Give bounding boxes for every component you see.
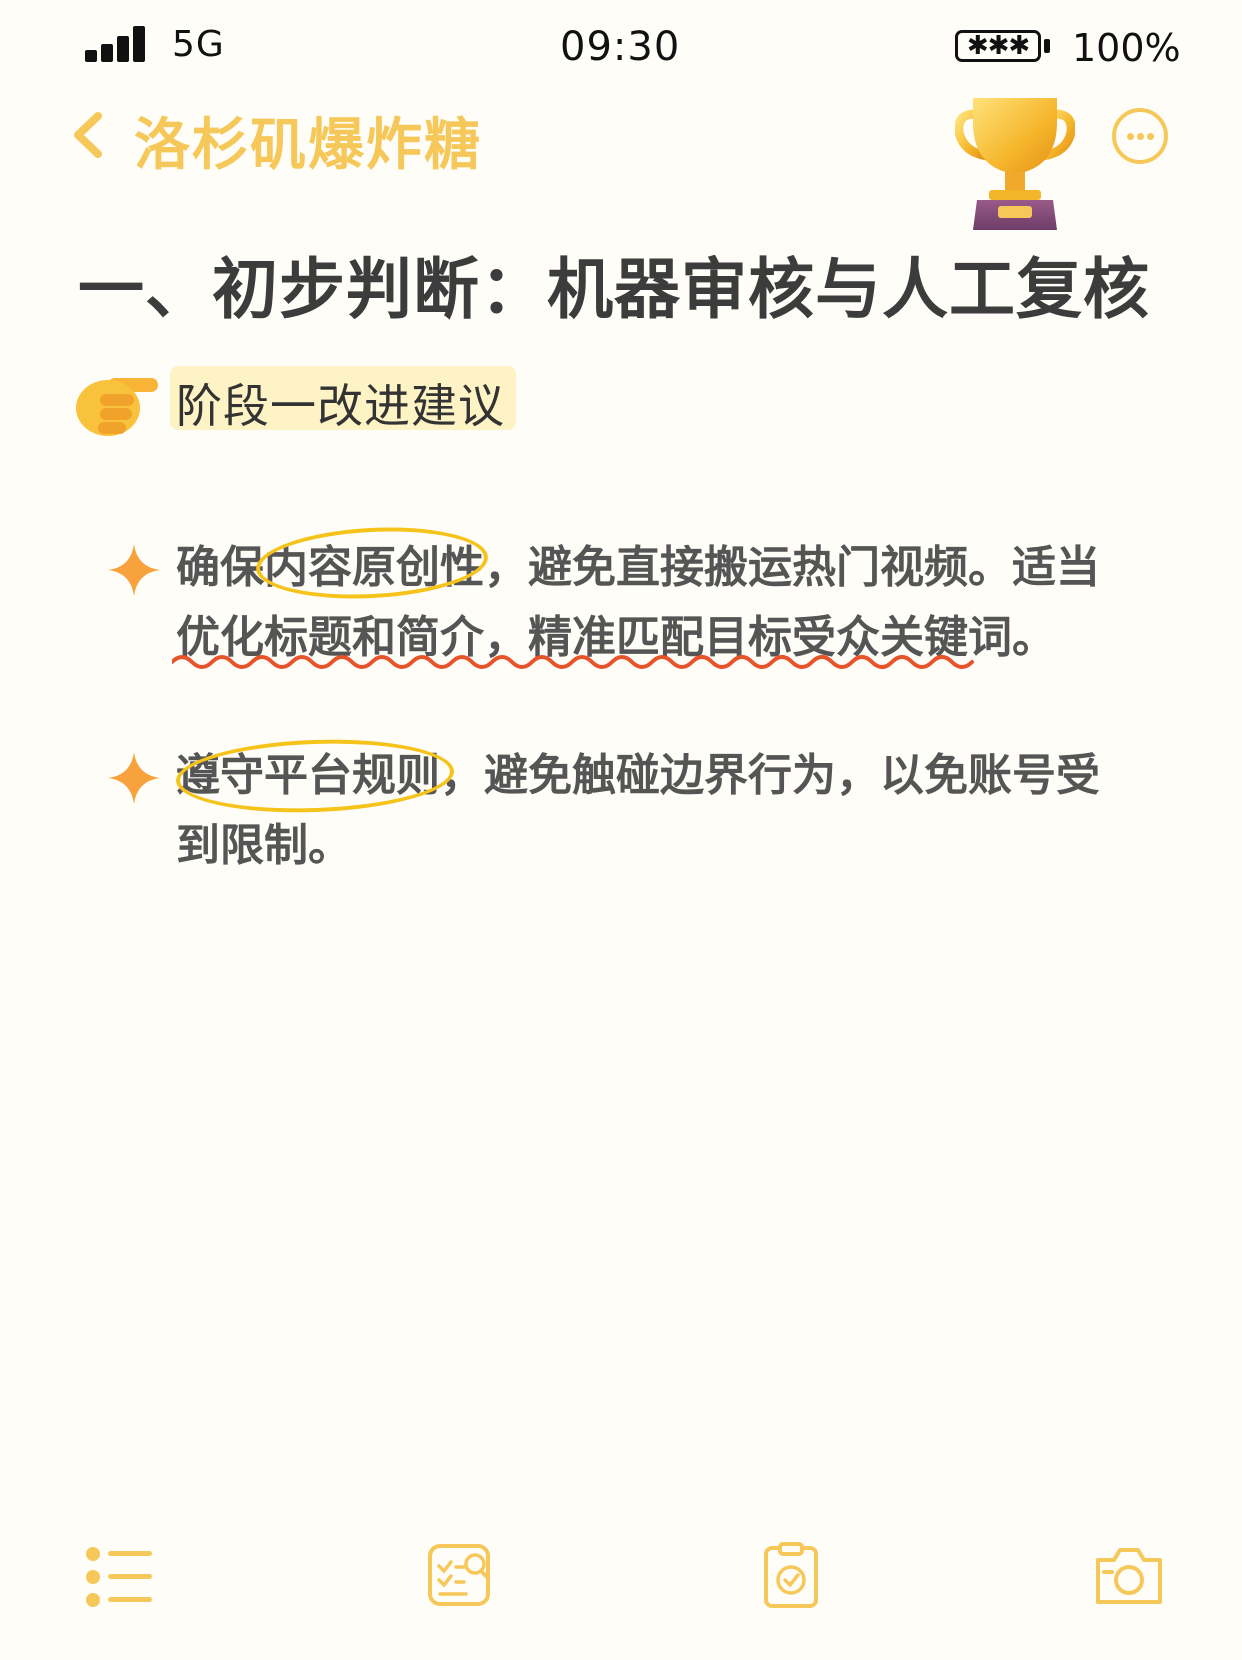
pointing-hand-icon xyxy=(74,364,160,440)
battery-percent: 100% xyxy=(1072,26,1181,70)
sparkle-icon xyxy=(106,542,162,598)
section-heading: 一、初步判断：机器审核与人工复核 xyxy=(78,251,1150,328)
clipboard-check-icon[interactable] xyxy=(756,1542,826,1608)
chevron-left-icon[interactable] xyxy=(68,110,108,160)
search-checklist-icon[interactable] xyxy=(426,1542,496,1608)
camera-icon[interactable] xyxy=(1094,1542,1164,1608)
signal-strength-icon xyxy=(85,26,147,62)
subheading-text: 阶段一改进建议 xyxy=(176,379,505,433)
list-icon[interactable] xyxy=(84,1544,154,1610)
page-title: 洛杉矶爆炸糖 xyxy=(134,113,482,178)
bullet-line: 到限制。 xyxy=(176,820,352,871)
trophy-icon xyxy=(954,92,1076,234)
wavy-underline xyxy=(170,650,980,674)
status-time: 09:30 xyxy=(560,24,681,70)
sparkle-icon xyxy=(106,750,162,806)
battery-glyphs: ✱✱✱ xyxy=(955,30,1041,62)
more-options-button[interactable] xyxy=(1112,108,1168,164)
network-type: 5G xyxy=(172,24,225,65)
battery-icon: ✱✱✱ xyxy=(955,30,1051,66)
